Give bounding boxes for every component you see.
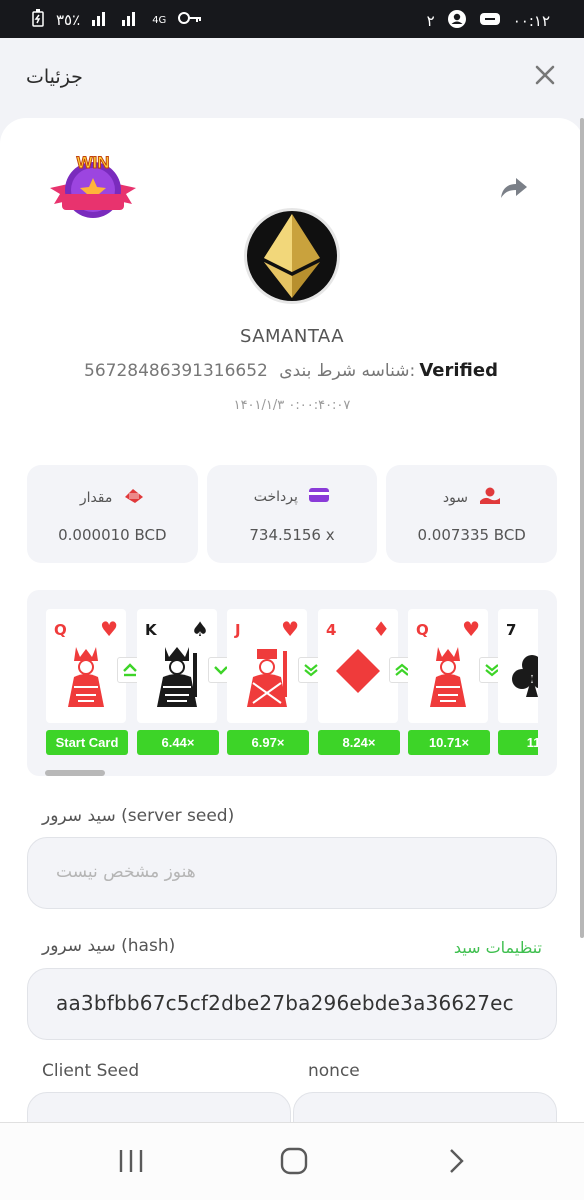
- stat-payout: پرداخت 734.5156 x: [206, 465, 378, 563]
- key-icon: [178, 11, 202, 29]
- seed-settings-link[interactable]: تنظیمات سید: [454, 938, 542, 957]
- system-nav-bar: [0, 1122, 584, 1200]
- details-card: WIN SAMANTAA 56728486391316652 شناسه شرط…: [0, 118, 584, 1122]
- stat-value: 734.5156 x: [249, 526, 335, 544]
- card-rank: Q: [416, 621, 429, 639]
- horizontal-scrollbar[interactable]: [45, 770, 105, 776]
- account-icon: [447, 9, 467, 33]
- client-seed-field[interactable]: [27, 1092, 291, 1122]
- king-art-icon: [157, 647, 197, 707]
- hash-value: aa3bfbb67c5cf2dbe27ba296ebde3a36627ec: [56, 991, 514, 1015]
- card-icon: [308, 487, 330, 507]
- multiplier-badge: 10.71×: [408, 730, 490, 755]
- card-history-track: Q ♥ Start Card K ♠ 6.44× J ♥ 6.97× 4 ♦ 8…: [46, 609, 538, 759]
- playing-card: Q ♥: [408, 609, 488, 723]
- queen-art-icon: [68, 647, 104, 707]
- spade-icon: ♠: [191, 617, 209, 641]
- bet-id-label: شناسه شرط بندی:: [279, 361, 416, 381]
- server-seed-field[interactable]: هنوز مشخص نیست: [27, 837, 557, 909]
- playing-card: J ♥: [227, 609, 307, 723]
- card-rank: 7: [506, 621, 517, 639]
- queen-art-icon: [430, 647, 466, 707]
- server-seed-label: سید سرور (server seed): [42, 806, 235, 826]
- playing-card: 4 ♦: [318, 609, 398, 723]
- svg-text:WIN: WIN: [76, 153, 109, 172]
- win-logo: WIN: [46, 148, 140, 226]
- nonce-field[interactable]: [293, 1092, 557, 1122]
- battery-icon: [32, 9, 44, 31]
- app-header: جزئیات: [0, 38, 584, 118]
- ethereum-icon: [264, 214, 320, 298]
- avatar: [244, 208, 340, 304]
- jack-art-icon: [247, 649, 287, 707]
- stat-value: 0.000010 BCD: [58, 526, 167, 544]
- multiplier-badge: Start Card: [46, 730, 128, 755]
- diamond-art-icon: [336, 649, 380, 693]
- profit-icon: [479, 487, 501, 509]
- status-bar: ٣٥٪ 4G ۲ ۰۰:۱۲: [0, 0, 584, 38]
- amount-icon: [123, 487, 145, 509]
- clock: ۰۰:۱۲: [512, 12, 550, 30]
- username: SAMANTAA: [239, 326, 345, 347]
- card-rank: J: [235, 621, 241, 639]
- card-rank: Q: [54, 621, 67, 639]
- stat-label: سود: [442, 490, 469, 506]
- multiplier-badge: 6.44×: [137, 730, 219, 755]
- server-seed-placeholder: هنوز مشخص نیست: [56, 862, 196, 882]
- link-icon: [479, 10, 501, 32]
- club-art-icon: [512, 655, 538, 697]
- hash-label: سید سرور (hash): [42, 936, 176, 956]
- stat-profit: سود 0.007335 BCD: [386, 465, 558, 563]
- close-button[interactable]: [534, 60, 556, 93]
- page-title: جزئیات: [26, 66, 83, 88]
- client-seed-label: Client Seed: [42, 1061, 140, 1081]
- nonce-label: nonce: [308, 1061, 360, 1081]
- notification-count: ۲: [426, 12, 435, 30]
- home-button[interactable]: [280, 1147, 308, 1179]
- share-button[interactable]: [500, 176, 528, 204]
- vertical-scrollbar[interactable]: [580, 118, 584, 938]
- heart-icon: ♥: [100, 617, 118, 641]
- bet-date: ۱۴۰۱/۱/۳ ۰:۰۰:۴۰:۰۷: [233, 398, 351, 413]
- playing-card: K ♠: [137, 609, 217, 723]
- stat-value: 0.007335 BCD: [417, 526, 526, 544]
- back-button[interactable]: [448, 1147, 466, 1179]
- stat-label: مقدار: [79, 490, 113, 506]
- stats-row: مقدار 0.000010 BCD پرداخت 734.5156 x سود…: [27, 465, 558, 563]
- verified-badge: Verified: [419, 360, 498, 381]
- stat-amount: مقدار 0.000010 BCD: [27, 465, 198, 563]
- network-type: 4G: [152, 14, 167, 26]
- multiplier-badge: 8.24×: [318, 730, 400, 755]
- recent-apps-button[interactable]: [118, 1147, 144, 1179]
- status-right: ۲ ۰۰:۱۲: [427, 9, 550, 33]
- multiplier-badge: 6.97×: [227, 730, 309, 755]
- signal-icon-2: [122, 10, 140, 30]
- stat-label: پرداخت: [253, 489, 298, 505]
- bet-id[interactable]: 56728486391316652: [84, 361, 268, 381]
- home-icon: [280, 1147, 308, 1175]
- diamond-icon: ♦: [372, 617, 390, 641]
- multiplier-badge: 11.6: [498, 730, 538, 755]
- playing-card: 7: [498, 609, 538, 723]
- battery-percent: ٣٥٪: [56, 11, 81, 29]
- recent-apps-icon: [119, 1150, 143, 1172]
- close-icon: [535, 65, 555, 85]
- card-rank: 4: [326, 621, 337, 639]
- hash-field[interactable]: aa3bfbb67c5cf2dbe27ba296ebde3a36627ec: [27, 968, 557, 1040]
- playing-card: Q ♥: [46, 609, 126, 723]
- share-icon: [501, 178, 527, 198]
- heart-icon: ♥: [281, 617, 299, 641]
- bet-id-row: 56728486391316652 شناسه شرط بندی:: [84, 361, 415, 381]
- back-icon: [450, 1149, 464, 1173]
- status-left: ٣٥٪ 4G: [32, 9, 202, 31]
- card-rank: K: [145, 621, 157, 639]
- signal-icon: [92, 10, 110, 30]
- heart-icon: ♥: [462, 617, 480, 641]
- card-history[interactable]: Q ♥ Start Card K ♠ 6.44× J ♥ 6.97× 4 ♦ 8…: [27, 590, 557, 776]
